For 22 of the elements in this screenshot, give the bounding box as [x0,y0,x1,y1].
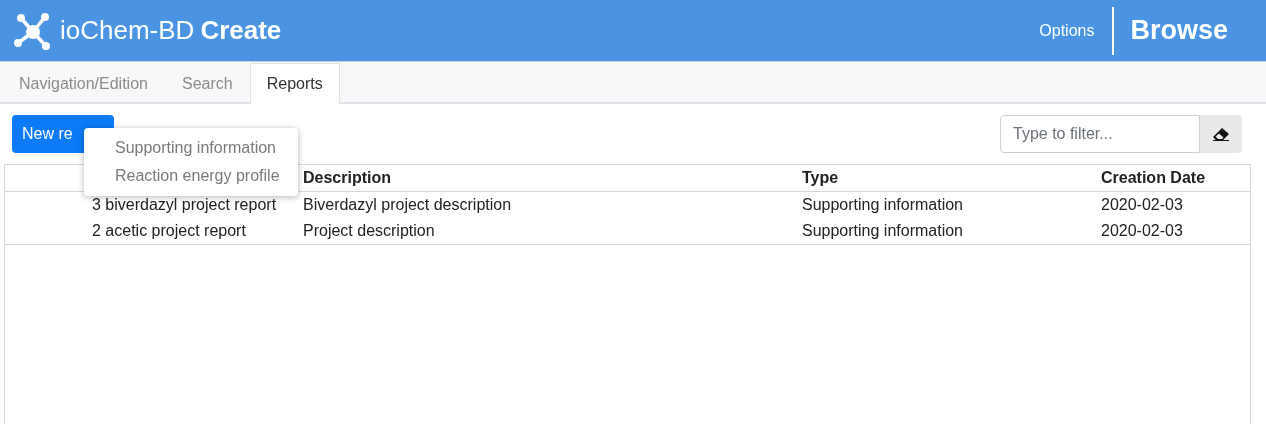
table-cell-text: Biverdazyl project description [303,196,513,214]
tab[interactable]: Search [164,63,250,104]
tab[interactable]: Reports [249,63,340,104]
column-header[interactable]: Creation Date [1101,169,1250,187]
table-cell-text: 2020-02-03 [1101,196,1184,214]
table-cell-text: Project description [303,222,436,240]
eraser-icon [1212,127,1230,141]
brand-name: ioChem-BD [60,15,195,46]
table-cell-text: 2020-02-03 [1101,222,1184,240]
table-cell-text: 2 acetic project report [91,222,247,240]
browse-link[interactable]: Browse [1114,15,1254,46]
table-cell-text: Supporting information [802,222,964,240]
filter-field[interactable]: Type to filter... [1000,115,1200,153]
options-link[interactable]: Options [1021,21,1113,40]
clear-filter-button[interactable] [1200,115,1242,153]
product-name: Create [200,15,282,46]
table-cell-text: Supporting information [802,196,964,214]
table-cell-text: 3 biverdazyl project report [91,196,278,214]
column-header[interactable]: Type [802,169,1101,187]
menu-item[interactable]: Reaction energy profile [84,162,298,190]
tab[interactable]: Navigation/Edition [2,63,165,104]
column-header[interactable]: Description [303,169,802,187]
